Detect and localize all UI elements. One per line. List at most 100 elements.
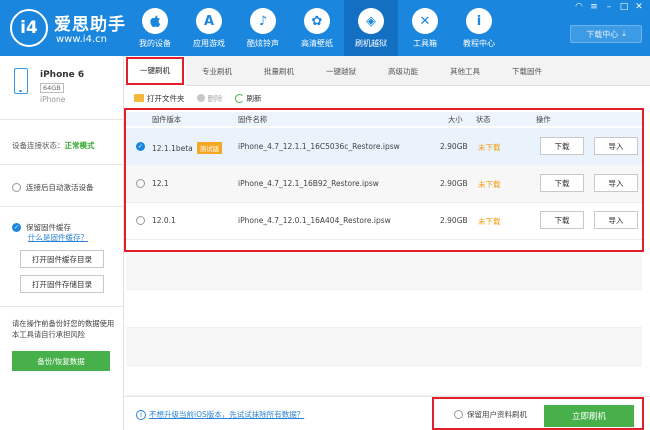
header-ops: 操作 [536, 115, 551, 124]
brand-url: www.i4.cn [56, 34, 107, 45]
apple-icon [142, 8, 168, 34]
download-button[interactable]: 下载 [540, 174, 584, 192]
table-row[interactable]: 12.0.1 iPhone_4.7_12.0.1_16A404_Restore.… [126, 202, 642, 240]
tools-icon: ✕ [412, 8, 438, 34]
firmware-state: 未下载 [478, 180, 501, 189]
window-controls: ◠ ≡ – □ ✕ [574, 2, 644, 12]
box-icon: ◈ [358, 8, 384, 34]
tab-bar: 一键刷机 专业刷机 批量刷机 一键越狱 高级功能 其他工具 下载固件 [124, 56, 650, 86]
nav-apps-games[interactable]: A 应用游戏 [182, 0, 236, 56]
download-button[interactable]: 下载 [540, 211, 584, 229]
firmware-name: iPhone_4.7_12.1.1_16C5036c_Restore.ipsw [238, 142, 400, 151]
tab-other-tools[interactable]: 其他工具 [434, 56, 496, 86]
nav-tutorials[interactable]: i 教程中心 [452, 0, 506, 56]
import-button[interactable]: 导入 [594, 211, 638, 229]
delete-button[interactable]: 删除 [196, 93, 223, 104]
app-header: i4 爱思助手 www.i4.cn 我的设备 A 应用游戏 ♪ 酷炫铃声 ✿ 高… [0, 0, 650, 56]
main-panel: 一键刷机 专业刷机 批量刷机 一键越狱 高级功能 其他工具 下载固件 打开文件夹… [124, 56, 650, 430]
nav-toolbox[interactable]: ✕ 工具箱 [398, 0, 452, 56]
header-version: 固件版本 [152, 115, 182, 124]
import-button[interactable]: 导入 [594, 174, 638, 192]
radio-icon[interactable] [454, 410, 463, 419]
erase-data-link[interactable]: i 不想升级当前iOS版本，先试试抹除所有数据？ [136, 409, 304, 420]
open-cache-dir-button[interactable]: 打开固件缓存目录 [20, 250, 104, 268]
brand-title: 爱思助手 [54, 15, 126, 35]
risk-notice: 请在操作前备份好您的数据使用本工具请自行承担风险 [12, 319, 115, 339]
tab-advanced[interactable]: 高级功能 [372, 56, 434, 86]
firmware-version: 12.0.1 [152, 216, 176, 225]
import-button[interactable]: 导入 [594, 137, 638, 155]
tab-jailbreak[interactable]: 一键越狱 [310, 56, 372, 86]
menu-icon[interactable]: ≡ [589, 2, 599, 12]
maximize-icon[interactable]: □ [619, 2, 629, 12]
firmware-version: 12.1.1beta [152, 144, 193, 153]
tab-pro-flash[interactable]: 专业刷机 [186, 56, 248, 86]
refresh-button[interactable]: 刷新 [234, 93, 262, 104]
flash-now-button[interactable]: 立即刷机 [544, 405, 634, 427]
nav-flash-jailbreak[interactable]: ◈ 刷机越狱 [344, 0, 398, 56]
device-name: iPhone 6 [40, 70, 85, 80]
tab-one-click-flash[interactable]: 一键刷机 [124, 56, 186, 86]
minimize-icon[interactable]: – [604, 2, 614, 12]
device-type: iPhone [40, 95, 66, 104]
firmware-version: 12.1 [152, 179, 169, 188]
sidebar: iPhone 6 64GB iPhone 设备连接状态：正常模式 连接后自动激活… [0, 56, 124, 430]
table-row[interactable]: 12.1 iPhone_4.7_12.1_16B92_Restore.ipsw … [126, 165, 642, 203]
header-size: 大小 [448, 115, 463, 124]
logo-icon: i4 [10, 9, 48, 47]
keep-user-data-option[interactable]: 保留用户资料刷机 [454, 409, 527, 420]
status-value: 正常模式 [64, 141, 95, 150]
table-row[interactable]: ✓ 12.1.1beta 测试版 iPhone_4.7_12.1.1_16C503… [126, 128, 642, 166]
info-icon: i [466, 8, 492, 34]
flower-icon: ✿ [304, 8, 330, 34]
firmware-size: 2.90GB [440, 142, 468, 151]
tab-download-firmware[interactable]: 下载固件 [496, 56, 558, 86]
device-capacity: 64GB [40, 83, 64, 93]
folder-icon [134, 94, 144, 102]
header-name: 固件名称 [238, 115, 268, 124]
backup-restore-button[interactable]: 备份/恢复数据 [12, 351, 110, 371]
phone-icon [14, 68, 28, 94]
firmware-name: iPhone_4.7_12.1_16B92_Restore.ipsw [238, 179, 379, 188]
footer-bar: i 不想升级当前iOS版本，先试试抹除所有数据？ 保留用户资料刷机 立即刷机 [124, 396, 650, 430]
firmware-state: 未下载 [478, 143, 501, 152]
connection-status: 设备连接状态：正常模式 [12, 141, 95, 150]
checkmark-icon[interactable]: ✓ [12, 223, 21, 232]
close-icon[interactable]: ✕ [634, 2, 644, 12]
info-icon: i [136, 409, 146, 420]
divider [0, 206, 123, 207]
beta-badge: 测试版 [196, 142, 223, 154]
firmware-size: 2.90GB [440, 216, 468, 225]
download-center-button[interactable]: 下载中心 ⤓ [570, 25, 642, 43]
main-nav: 我的设备 A 应用游戏 ♪ 酷炫铃声 ✿ 高清壁纸 ◈ 刷机越狱 ✕ 工具箱 i… [128, 0, 506, 56]
header-state: 状态 [476, 115, 491, 124]
auto-activate-option[interactable]: 连接后自动激活设备 [12, 182, 94, 193]
bell-icon: ♪ [250, 8, 276, 34]
nav-my-device[interactable]: 我的设备 [128, 0, 182, 56]
firmware-name: iPhone_4.7_12.0.1_16A404_Restore.ipsw [238, 216, 391, 225]
empty-row [126, 290, 642, 328]
open-folder-button[interactable]: 打开文件夹 [134, 93, 185, 104]
checkmark-icon[interactable]: ✓ [136, 141, 145, 151]
divider [0, 164, 123, 165]
firmware-state: 未下载 [478, 217, 501, 226]
download-icon: ⤓ [622, 29, 626, 38]
delete-icon [196, 94, 205, 102]
open-storage-dir-button[interactable]: 打开固件存储目录 [20, 275, 104, 293]
empty-row [126, 252, 642, 290]
refresh-icon [234, 93, 244, 103]
radio-icon[interactable] [12, 183, 21, 192]
what-is-cache-link[interactable]: 什么是固件缓存？ [28, 232, 88, 243]
download-button[interactable]: 下载 [540, 137, 584, 155]
radio-icon[interactable] [136, 178, 145, 188]
appstore-icon: A [196, 8, 222, 34]
divider [0, 306, 123, 307]
nav-ringtones[interactable]: ♪ 酷炫铃声 [236, 0, 290, 56]
toolbar: 打开文件夹 删除 刷新 [134, 91, 262, 105]
nav-wallpapers[interactable]: ✿ 高清壁纸 [290, 0, 344, 56]
firmware-size: 2.90GB [440, 179, 468, 188]
wifi-icon[interactable]: ◠ [574, 2, 584, 12]
tab-batch-flash[interactable]: 批量刷机 [248, 56, 310, 86]
radio-icon[interactable] [136, 215, 145, 225]
device-card: iPhone 6 64GB iPhone [0, 56, 123, 120]
